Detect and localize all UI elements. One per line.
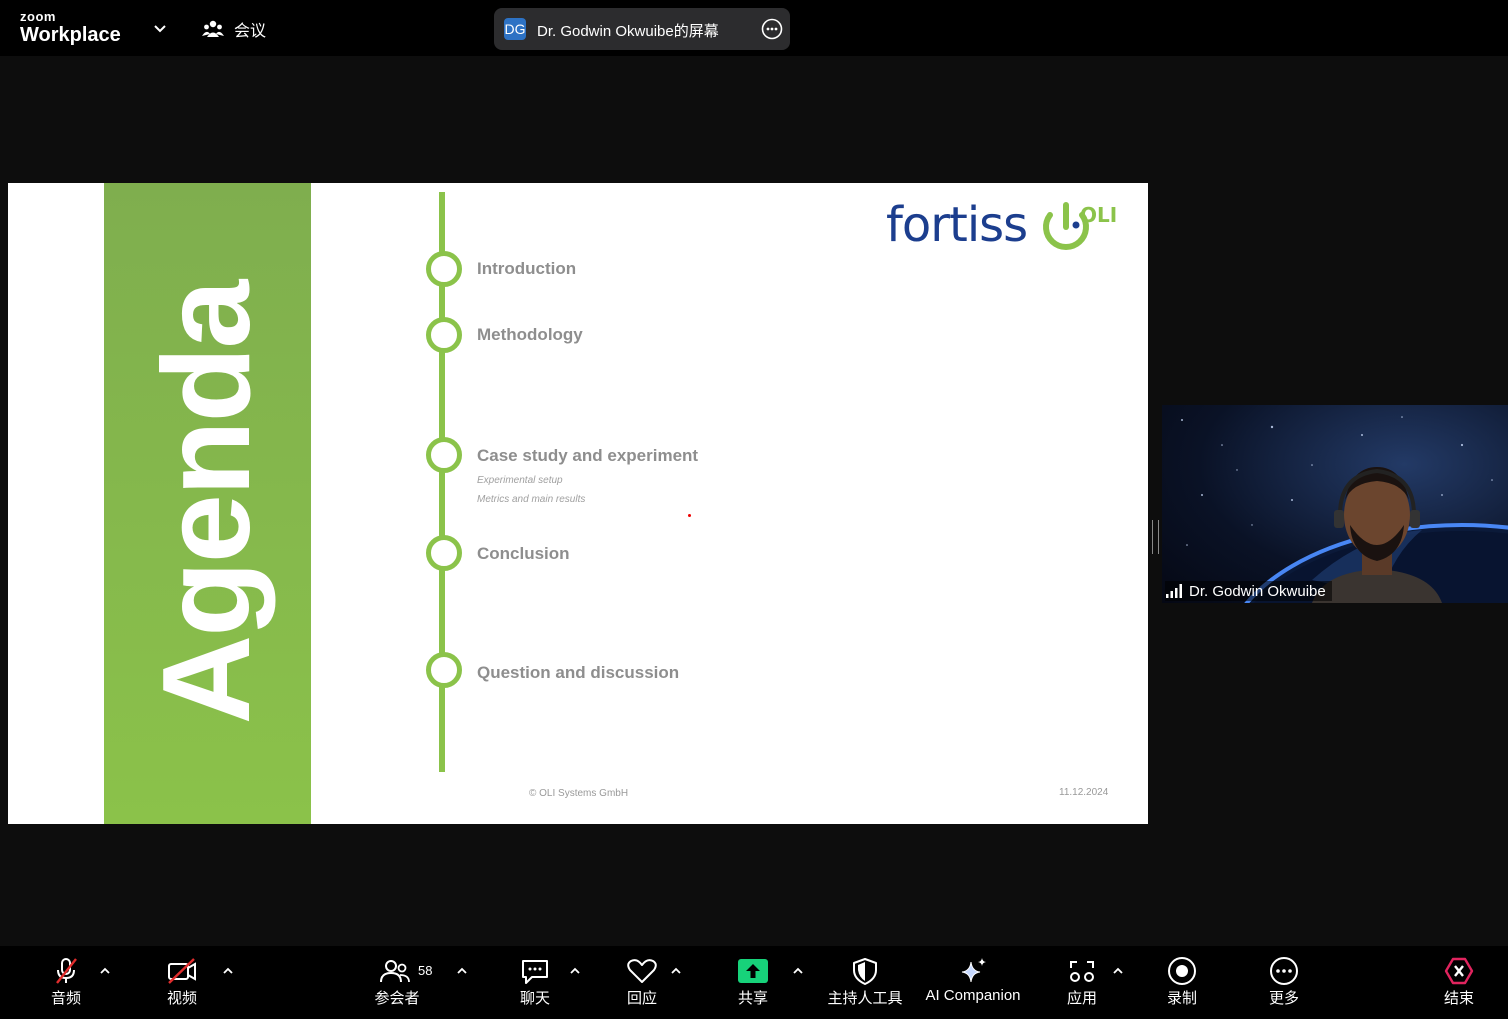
participants-icon — [380, 960, 410, 983]
chat-label: 聊天 — [519, 990, 550, 1007]
end-call-icon — [1444, 957, 1474, 985]
react-options-caret-icon[interactable] — [669, 964, 683, 978]
share-screen-icon — [738, 959, 768, 983]
participants-options-caret-icon[interactable] — [455, 964, 469, 978]
agenda-item: Introduction — [477, 259, 577, 278]
heart-icon — [627, 959, 657, 983]
top-bar: zoom Workplace 会议 DG Dr. Godwin Okwuibe的… — [0, 0, 1508, 56]
speaker-video — [1181, 416, 1508, 603]
agenda-item: Conclusion — [477, 544, 570, 563]
apps-label: 应用 — [1066, 990, 1097, 1007]
host-tools-button[interactable]: 主持人工具 — [824, 956, 906, 1008]
apps-button[interactable]: 应用 — [1062, 956, 1102, 1008]
timeline-node — [426, 535, 462, 571]
share-title: Dr. Godwin Okwuibe的屏幕 — [537, 23, 719, 40]
video-label: 视频 — [166, 990, 197, 1007]
meeting-toolbar: 音频 视频 参会者 58 聊天 回应 共享 主持人工具 AI Companion… — [0, 946, 1508, 1019]
agenda-item: Question and discussion — [477, 663, 680, 682]
signal-strength-icon — [1166, 584, 1182, 598]
record-button[interactable]: 录制 — [1162, 956, 1202, 1008]
participant-name-label: Dr. Godwin Okwuibe — [1165, 581, 1332, 601]
shield-icon — [853, 958, 877, 985]
end-label: 结束 — [1443, 990, 1474, 1007]
react-button[interactable]: 回应 — [622, 956, 662, 1008]
ai-companion-button[interactable]: AI Companion — [924, 956, 1022, 1004]
chat-options-caret-icon[interactable] — [568, 964, 582, 978]
brand-big-text: Workplace — [20, 24, 121, 46]
agenda-item: Case study and experiment — [477, 446, 699, 465]
timeline-node — [426, 317, 462, 353]
ai-companion-label: AI Companion — [925, 987, 1021, 1004]
laser-pointer — [688, 514, 691, 517]
presenter-avatar: DG — [504, 18, 526, 40]
meeting-label: 会议 — [234, 23, 267, 40]
participants-label: 参会者 — [374, 990, 420, 1007]
host-tools-label: 主持人工具 — [827, 990, 903, 1007]
speaker-name-text: Dr. Godwin Okwuibe — [1189, 582, 1326, 600]
agenda-title: Agenda — [138, 281, 276, 725]
camera-off-icon — [168, 958, 196, 984]
audio-button[interactable]: 音频 — [46, 956, 86, 1008]
meeting-people-icon — [202, 20, 224, 37]
more-icon — [1270, 957, 1298, 985]
timeline-node — [426, 251, 462, 287]
zoom-workplace-logo: zoom Workplace — [20, 10, 121, 45]
record-icon — [1168, 957, 1196, 985]
more-options-icon[interactable] — [761, 18, 783, 40]
more-label: 更多 — [1268, 990, 1299, 1007]
fortiss-logo: fortiss — [886, 197, 1028, 253]
ai-sparkle-icon — [961, 958, 986, 983]
video-options-caret-icon[interactable] — [221, 964, 235, 978]
audio-label: 音频 — [50, 990, 81, 1007]
agenda-subitem: Experimental setup — [477, 475, 563, 486]
audio-options-caret-icon[interactable] — [98, 964, 112, 978]
share-label: 共享 — [737, 990, 768, 1007]
screen-share-indicator[interactable]: DG Dr. Godwin Okwuibe的屏幕 — [494, 8, 790, 50]
oli-logo-text: OLI — [1080, 203, 1118, 227]
timeline-node — [426, 652, 462, 688]
agenda-subitem: Metrics and main results — [477, 494, 586, 505]
shared-slide: Agenda Introduction Methodology Case stu… — [8, 183, 1148, 824]
end-meeting-button[interactable]: 结束 — [1439, 956, 1479, 1008]
slide-footer-date: 11.12.2024 — [1059, 787, 1109, 798]
slide-footer-copyright: © OLI Systems GmbH — [529, 788, 629, 799]
more-button[interactable]: 更多 — [1264, 956, 1304, 1008]
chat-icon — [522, 960, 548, 984]
timeline-node — [426, 437, 462, 473]
react-label: 回应 — [626, 990, 657, 1007]
chevron-down-icon[interactable] — [150, 18, 170, 38]
participants-count-badge: 58 — [418, 963, 433, 978]
record-label: 录制 — [1166, 990, 1197, 1007]
agenda-band: Agenda — [104, 183, 311, 824]
apps-options-caret-icon[interactable] — [1111, 964, 1125, 978]
microphone-muted-icon — [56, 958, 77, 984]
video-tile[interactable]: Dr. Godwin Okwuibe — [1162, 405, 1508, 603]
apps-icon — [1070, 961, 1094, 982]
video-button[interactable]: 视频 — [162, 956, 202, 1008]
share-screen-button[interactable]: 共享 — [734, 956, 772, 1008]
brand-small-text: zoom — [20, 9, 56, 24]
chat-button[interactable]: 聊天 — [516, 956, 554, 1008]
share-options-caret-icon[interactable] — [791, 964, 805, 978]
agenda-item: Methodology — [477, 325, 583, 344]
meeting-menu-button[interactable]: 会议 — [202, 16, 266, 42]
resize-handle[interactable] — [1152, 520, 1159, 554]
